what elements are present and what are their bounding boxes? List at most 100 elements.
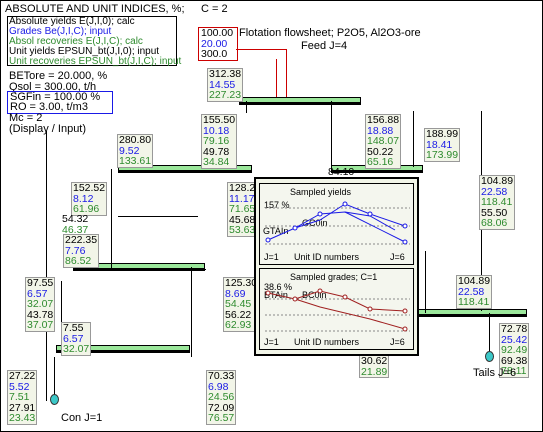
node-value: 104.89 — [481, 175, 514, 187]
node-value: 97.55 — [27, 277, 54, 289]
feed-input-box[interactable]: 100.00 20.00 300.0 — [198, 27, 238, 61]
yields-panel: Sampled yields 157 % GTAIn GC0in J=1 Uni… — [259, 183, 414, 265]
node-value: 104.89 — [458, 275, 491, 287]
node-value: 118.41 — [458, 296, 490, 308]
node-box-7[interactable]: 152.52 8.12 61.96 — [71, 182, 108, 216]
yields-j6: J=6 — [390, 252, 405, 262]
node-value: 24.56 — [208, 391, 235, 403]
node-value: 32.07 — [27, 298, 54, 310]
stream-line — [425, 251, 426, 313]
node-value: 173.99 — [426, 149, 459, 161]
node-box-10[interactable]: 128.2 11.17 71.65 45.68 53.63 — [227, 182, 258, 237]
node-box-16[interactable]: 104.89 22.58 118.41 — [456, 275, 493, 309]
node-value: 71.65 — [229, 203, 256, 215]
yields-axis-label: Unit ID numbers — [294, 252, 360, 262]
stream-line — [489, 313, 490, 353]
param-display[interactable]: (Display / Input) — [9, 124, 86, 135]
stream-line — [54, 357, 55, 397]
node-value: 21.89 — [361, 365, 388, 378]
tails-outlet-icon[interactable] — [485, 351, 494, 362]
node-value: 156.88 — [367, 114, 400, 126]
grades-axis-label: Unit ID numbers — [294, 337, 360, 347]
node-value: 222.35 — [65, 234, 98, 246]
node-box-14[interactable]: 27.22 5.52 7.51 27.91 23.43 — [7, 370, 38, 425]
grades-panel: Sampled grades; C=1 38.6 % BTAin BC0in J… — [259, 268, 414, 350]
node-value: 27.22 — [9, 370, 36, 382]
node-value: 7.55 — [63, 322, 84, 334]
node-value: 32.07 — [63, 343, 90, 355]
node-value: 86.52 — [65, 255, 92, 267]
grades-j6: J=6 — [390, 337, 405, 347]
legend-box: Absolute yields E(J,I,0); calc Grades Be… — [7, 16, 182, 67]
node-value: 155.50 — [203, 114, 236, 126]
feed-label: Feed J=4 — [301, 40, 348, 52]
node-box-19[interactable]: 30.62 21.89 — [359, 355, 390, 378]
sampled-charts-popup[interactable]: Sampled yields 157 % GTAIn GC0in J=1 Uni… — [254, 177, 419, 356]
node-value: 72.78 — [501, 323, 528, 335]
node-value: 280.80 — [119, 134, 152, 146]
stream-line — [118, 216, 198, 217]
node-value: 30.62 — [361, 355, 388, 367]
node-value: 70.33 — [208, 370, 235, 382]
node-value: 62.93 — [225, 319, 252, 331]
stream-line — [413, 111, 414, 167]
node-box-1[interactable]: 312.38 14.55 227.23 — [207, 68, 244, 102]
con-label: Con J=1 — [61, 412, 103, 424]
flowsheet-canvas: ABSOLUTE AND UNIT INDICES, %; C = 2 Abso… — [0, 0, 543, 432]
node-value: 152.52 — [73, 182, 106, 194]
concentrate-outlet-icon[interactable] — [50, 394, 59, 405]
feed-tonnage: 300.0 — [201, 48, 228, 60]
node-value: 118.41 — [481, 196, 513, 208]
node-value: 68.06 — [481, 217, 508, 229]
feed-line-down-2 — [276, 59, 277, 99]
param-ro: RO = 3.00, t/m3 — [10, 101, 88, 113]
tails-label: Tails J=6 — [473, 367, 517, 379]
node-value: 133.61 — [119, 155, 152, 167]
stream-line — [111, 269, 206, 270]
stream-line — [46, 131, 47, 401]
node-value: 92.49 — [501, 344, 528, 356]
node-box-11[interactable]: 97.55 6.57 32.07 43.78 37.07 — [25, 277, 56, 332]
node-box-6[interactable]: 104.89 22.58 118.41 55.50 68.06 — [479, 175, 516, 230]
node-value: 312.38 — [209, 68, 242, 80]
yields-j1: J=1 — [264, 252, 279, 262]
params-input-box[interactable]: SGFin = 100.00 % RO = 3.00, t/m3 — [7, 91, 113, 114]
node-value: 125.30 — [225, 277, 258, 289]
node-value: 128.2 — [229, 182, 256, 194]
flowsheet-title: Flotation flowsheet; P2O5, Al2O3-ore — [239, 27, 421, 39]
node-value: 76.57 — [208, 412, 235, 424]
flotation-cell-1[interactable] — [239, 97, 361, 105]
node-value: 188.99 — [426, 128, 459, 140]
node-value: 37.07 — [27, 319, 54, 331]
node-value: 148.07 — [367, 135, 400, 147]
node-box-4[interactable]: 156.88 18.88 148.07 50.22 65.16 — [365, 114, 402, 169]
node-value: 34.84 — [203, 156, 230, 168]
grades-j1: J=1 — [264, 337, 279, 347]
node-value: 53.63 — [229, 224, 256, 236]
node-box-8[interactable]: 54.32 46.37 — [61, 214, 89, 235]
node-box-15[interactable]: 70.33 6.98 24.56 72.09 76.57 — [206, 370, 237, 425]
feed-line-down — [286, 49, 287, 99]
node-value: 65.16 — [367, 156, 394, 168]
c-value-label: C = 2 — [201, 3, 228, 15]
node-value: 23.43 — [9, 412, 36, 424]
node-value: 227.23 — [209, 89, 242, 101]
page-title: ABSOLUTE AND UNIT INDICES, %; — [5, 3, 185, 15]
node-value: 7.51 — [9, 391, 30, 403]
node-value: 79.16 — [203, 135, 230, 147]
stream-line — [246, 101, 247, 113]
stream-line — [331, 101, 332, 171]
feed-line — [236, 49, 286, 50]
node-box-13[interactable]: 7.55 6.57 32.07 — [61, 322, 92, 356]
node-box-5[interactable]: 188.99 18.41 173.99 — [424, 128, 461, 162]
legend-item-unit-recoveries: Unit recoveries EPSUN_bt(J,I,C); input — [9, 56, 182, 67]
stream-line — [191, 267, 192, 357]
node-box-9[interactable]: 222.35 7.76 86.52 — [63, 234, 100, 268]
node-value: 54.45 — [225, 298, 252, 310]
node-value: 54.32 — [62, 213, 89, 225]
node-box-3[interactable]: 280.80 9.52 133.61 — [117, 134, 154, 168]
flotation-cell-6[interactable] — [415, 309, 527, 317]
node-box-2[interactable]: 155.50 10.18 79.16 49.78 34.84 — [201, 114, 238, 169]
feed-yield: 100.00 — [201, 27, 234, 39]
stream-line — [111, 169, 112, 269]
